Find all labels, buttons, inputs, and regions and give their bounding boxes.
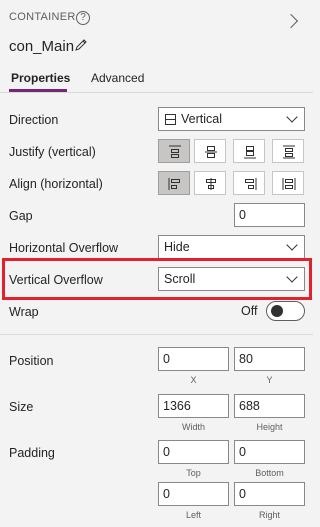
align-center-button[interactable] [194,171,226,195]
tab-advanced[interactable]: Advanced [91,71,144,85]
gap-label: Gap [9,209,33,223]
divider [0,92,313,93]
size-height-input[interactable]: 688 [234,394,305,418]
justify-bottom-button[interactable] [233,139,265,163]
horizontal-overflow-label: Horizontal Overflow [9,241,119,255]
wrap-toggle[interactable] [266,301,305,321]
padding-top-caption: Top [186,468,201,478]
align-stretch-icon [282,178,296,190]
control-name: con_Main [9,38,75,55]
justify-space-between-button[interactable] [272,139,304,163]
help-icon[interactable]: ? [76,11,90,25]
direction-label: Direction [9,113,59,127]
direction-value: Vertical [181,112,222,126]
align-right-icon [245,178,257,190]
toggle-knob [271,305,283,317]
padding-left-input[interactable]: 0 [158,482,229,506]
padding-left-caption: Left [185,510,201,520]
justify-top-button[interactable] [158,139,190,163]
size-height-caption: Height [256,422,283,432]
padding-bottom-caption: Bottom [255,468,284,478]
tab-properties[interactable]: Properties [11,71,70,85]
size-width-input[interactable]: 1366 [158,394,229,418]
size-width-caption: Width [181,422,205,432]
justify-space-between-icon [283,145,295,159]
size-label: Size [9,400,34,414]
chevron-down-icon [286,239,298,251]
position-x-input[interactable]: 0 [158,347,229,371]
pencil-icon[interactable] [74,38,88,52]
chevron-right-icon[interactable] [283,13,299,29]
align-center-icon [206,178,216,190]
highlight-box [2,258,312,300]
padding-top-input[interactable]: 0 [158,440,229,464]
wrap-label: Wrap [9,305,39,319]
align-right-button[interactable] [233,171,265,195]
position-y-input[interactable]: 80 [234,347,305,371]
align-left-button[interactable] [158,171,190,195]
horizontal-overflow-value: Hide [164,240,190,254]
justify-center-button[interactable] [194,139,226,163]
justify-bottom-icon [244,146,256,159]
justify-center-icon [205,146,217,158]
padding-right-input[interactable]: 0 [234,482,305,506]
justify-label: Justify (vertical) [9,145,96,159]
gap-input[interactable]: 0 [234,203,305,227]
justify-top-icon [169,145,181,158]
direction-dropdown[interactable]: Vertical [158,107,305,131]
divider [0,334,313,335]
control-type-label: CONTAINER [9,11,76,23]
chevron-down-icon [286,111,298,123]
position-x-caption: X [190,375,197,385]
wrap-state-label: Off [241,304,258,318]
vertical-layout-icon [165,114,176,125]
align-stretch-button[interactable] [272,171,304,195]
horizontal-overflow-dropdown[interactable]: Hide [158,235,305,259]
align-left-icon [168,178,180,190]
align-label: Align (horizontal) [9,177,103,191]
position-y-caption: Y [266,375,273,385]
padding-right-caption: Right [258,510,280,520]
padding-label: Padding [9,446,55,460]
padding-bottom-input[interactable]: 0 [234,440,305,464]
position-label: Position [9,354,54,368]
